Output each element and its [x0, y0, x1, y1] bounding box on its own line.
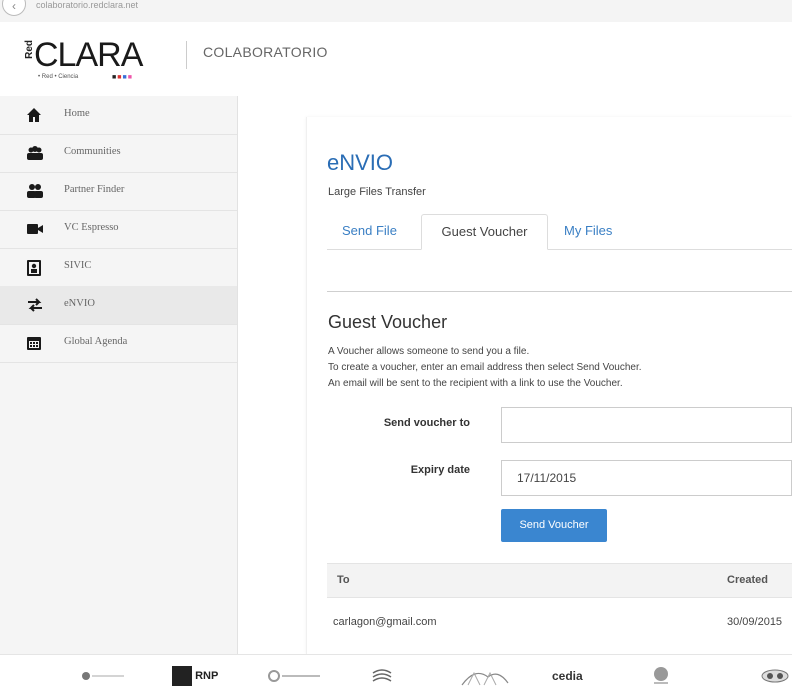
sidebar-item-vc-espresso[interactable]: VC Espresso	[0, 210, 237, 249]
envio-title: eNVIO	[327, 150, 394, 175]
sidebar-item-home[interactable]: Home	[0, 96, 237, 135]
table-row[interactable]: carlagon@gmail.com 30/09/2015	[327, 606, 792, 642]
partner-logo[interactable]	[460, 665, 510, 687]
transfer-arrows-icon	[26, 297, 42, 313]
tab-send-file[interactable]: Send File	[342, 214, 397, 250]
description-line: A Voucher allows someone to send you a f…	[328, 346, 530, 357]
send-to-label: Send voucher to	[383, 417, 470, 429]
rnp-mark	[172, 666, 192, 687]
column-header-created[interactable]: Created	[727, 574, 768, 586]
header-divider	[186, 41, 187, 69]
sidebar-item-label: Global Agenda	[64, 336, 128, 347]
partner-logo[interactable]	[760, 665, 790, 687]
section-title: Guest Voucher	[328, 312, 448, 332]
section-divider	[327, 291, 792, 292]
column-header-to[interactable]: To	[337, 574, 350, 586]
partner-logo[interactable]	[266, 665, 322, 687]
description-line: To create a voucher, enter an email addr…	[328, 362, 642, 373]
sidebar-item-partner-finder[interactable]: Partner Finder	[0, 172, 237, 211]
logo-dots: ■■■■	[112, 74, 133, 81]
cell-to: carlagon@gmail.com	[333, 616, 437, 628]
rnp-text: RNP	[195, 670, 219, 682]
calendar-icon	[26, 335, 42, 351]
expiry-label: Expiry date	[410, 464, 470, 476]
address-bar[interactable]: colaboratorio.redclara.net	[36, 0, 138, 10]
sidebar-item-label: Communities	[64, 146, 121, 157]
description-line: An email will be sent to the recipient w…	[328, 378, 623, 389]
table-header: To Created	[327, 563, 792, 598]
cedia-logo[interactable]: cedia	[552, 665, 583, 687]
redclara-logo[interactable]: Red CLARA • Red • Ciencia ■■■■	[24, 36, 164, 88]
send-to-input[interactable]	[501, 407, 792, 443]
sidebar-item-label: Partner Finder	[64, 184, 125, 195]
envio-subtitle: Large Files Transfer	[328, 186, 426, 198]
cell-created: 30/09/2015	[727, 616, 783, 628]
tab-my-files[interactable]: My Files	[564, 214, 612, 250]
expiry-date-input[interactable]: 17/11/2015	[501, 460, 792, 496]
sidebar-item-label: SIVIC	[64, 260, 92, 271]
footer-partners: RNP cedia	[0, 654, 792, 695]
back-arrow-icon: ‹	[12, 0, 16, 13]
send-voucher-button[interactable]: Send Voucher	[501, 509, 607, 542]
page-title: COLABORATORIO	[203, 44, 328, 60]
communities-icon	[26, 145, 43, 161]
sivic-icon	[26, 259, 42, 276]
sidebar-item-sivic[interactable]: SIVIC	[0, 248, 237, 287]
sidebar-item-envio[interactable]: eNVIO	[0, 286, 237, 325]
sidebar-item-global-agenda[interactable]: Global Agenda	[0, 324, 237, 363]
sidebar-item-label: eNVIO	[64, 298, 95, 309]
rnp-logo[interactable]: RNP	[172, 665, 218, 687]
sidebar-item-label: VC Espresso	[64, 222, 119, 233]
video-camera-icon	[26, 221, 43, 237]
logo-subtitle: • Red • Ciencia	[38, 74, 79, 80]
logo-clara-text: CLARA	[34, 36, 143, 74]
partner-finder-icon	[26, 183, 43, 199]
site-header: Red CLARA • Red • Ciencia ■■■■ COLABORAT…	[0, 22, 792, 96]
browser-toolbar: ‹ colaboratorio.redclara.net	[0, 0, 792, 23]
partner-logo[interactable]	[370, 665, 394, 687]
tab-guest-voucher[interactable]: Guest Voucher	[421, 214, 548, 250]
partner-logo[interactable]	[650, 665, 672, 687]
sidebar: Home Communities Partner Finder VC Espre…	[0, 96, 238, 654]
partner-logo[interactable]	[78, 665, 126, 687]
home-icon	[26, 107, 42, 123]
sidebar-item-communities[interactable]: Communities	[0, 134, 237, 173]
back-button[interactable]: ‹	[2, 0, 26, 16]
sidebar-item-label: Home	[64, 108, 90, 119]
